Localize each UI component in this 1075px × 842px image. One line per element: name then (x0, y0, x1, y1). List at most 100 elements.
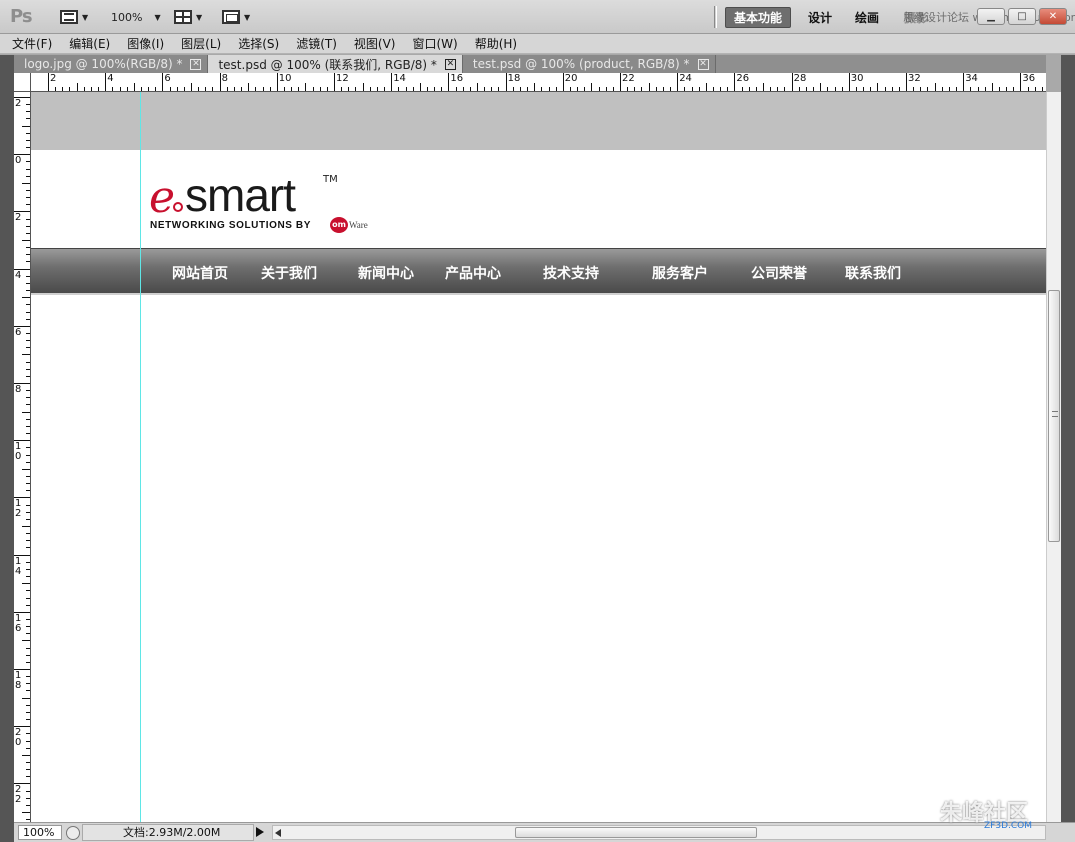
menu-image[interactable]: 图像(I) (127, 35, 164, 52)
nav-item-contact[interactable]: 联系我们 (845, 263, 901, 283)
ruler-minor-tick (298, 87, 300, 91)
nav-item-services[interactable]: 服务客户 (652, 263, 708, 283)
ruler-minor-tick (26, 547, 30, 549)
nav-item-about[interactable]: 关于我们 (261, 263, 317, 283)
ruler-major-tick (276, 73, 278, 91)
tab-test-psd-product[interactable]: test.psd @ 100% (product, RGB/8) * ✕ (462, 55, 716, 73)
ruler-minor-tick (26, 147, 30, 149)
ruler-minor-tick (927, 87, 929, 91)
tab-logo-jpg[interactable]: logo.jpg @ 100%(RGB/8) * ✕ (14, 55, 209, 73)
ruler-left-label: 8 (15, 384, 22, 395)
status-info-icon[interactable] (66, 826, 80, 840)
left-frame (0, 55, 14, 842)
ruler-minor-tick (83, 87, 85, 91)
ruler-minor-tick (655, 87, 657, 91)
ruler-top-label: 34 (965, 73, 978, 84)
screen-mode-menu-button[interactable]: ▼ (60, 8, 88, 26)
status-zoom-input[interactable]: 100% (18, 825, 62, 840)
scroll-left-arrow-icon[interactable] (275, 829, 281, 837)
ruler-minor-tick (26, 225, 30, 227)
ruler-left-label: 14 (15, 555, 22, 577)
header-top-band (31, 92, 1046, 150)
menu-view[interactable]: 视图(V) (354, 35, 396, 52)
maximize-button[interactable]: □ (1008, 8, 1036, 25)
document-canvas[interactable]: e smart TM NETWORKING SOLUTIONS BY om Wa… (31, 92, 1046, 822)
nav-item-support[interactable]: 技术支持 (543, 263, 599, 283)
ruler-major-tick (734, 73, 736, 91)
ruler-minor-tick (169, 87, 171, 91)
toolbar-separator (714, 6, 717, 28)
dropdown-arrow-icon: ▼ (82, 12, 89, 22)
ruler-minor-tick (498, 87, 500, 91)
tab-close-icon[interactable]: ✕ (190, 58, 202, 70)
nav-item-honors[interactable]: 公司荣誉 (751, 263, 807, 283)
vertical-scroll-thumb[interactable] (1048, 290, 1060, 542)
menu-file[interactable]: 文件(F) (12, 35, 52, 52)
ruler-minor-tick (770, 87, 772, 91)
ruler-origin-corner[interactable] (14, 73, 31, 92)
ruler-minor-tick (1041, 87, 1043, 91)
screen-mode-button[interactable]: ▼ (222, 8, 250, 26)
status-menu-arrow-icon[interactable] (256, 827, 264, 837)
ruler-minor-tick (777, 87, 779, 91)
workspace-painting-button[interactable]: 绘画 (847, 7, 887, 28)
ruler-top-label: 20 (564, 73, 578, 84)
ruler-minor-tick (534, 83, 536, 91)
ruler-minor-tick (326, 87, 328, 91)
ruler-minor-tick (312, 87, 314, 91)
menu-filter[interactable]: 滤镜(T) (296, 35, 337, 52)
ruler-minor-tick (26, 232, 30, 234)
vertical-scrollbar[interactable] (1046, 92, 1061, 822)
ruler-minor-tick (26, 304, 30, 306)
nav-item-news[interactable]: 新闻中心 (358, 263, 414, 283)
menu-help[interactable]: 帮助(H) (475, 35, 517, 52)
workspace-essentials-button[interactable]: 基本功能 (725, 7, 792, 28)
ruler-minor-tick (877, 83, 879, 91)
horizontal-scroll-thumb[interactable] (515, 827, 757, 838)
nav-item-products[interactable]: 产品中心 (445, 263, 501, 283)
tab-close-icon[interactable]: ✕ (444, 58, 456, 70)
ruler-minor-tick (662, 87, 664, 91)
zoom-level-label: 100% (111, 10, 143, 24)
ruler-minor-tick (191, 83, 192, 91)
zoom-level-dropdown[interactable]: 100% ▼ (111, 8, 161, 26)
ruler-minor-tick (26, 804, 30, 806)
ruler-minor-tick (119, 87, 121, 91)
ruler-major-tick (677, 73, 679, 91)
ruler-minor-tick (133, 83, 135, 91)
ruler-minor-tick (913, 87, 915, 91)
menu-select[interactable]: 选择(S) (238, 35, 279, 52)
dropdown-arrow-icon: ▼ (154, 12, 161, 22)
workspace-design-button[interactable]: 设计 (800, 7, 840, 28)
ruler-minor-tick (763, 83, 764, 91)
horizontal-ruler[interactable]: 2 4 6 8 10 12 14 16 18 20 22 24 26 28 30 32 34 36 (31, 73, 1046, 92)
ruler-minor-tick (720, 87, 722, 91)
menu-window[interactable]: 窗口(W) (412, 35, 457, 52)
tab-close-icon[interactable]: ✕ (697, 58, 709, 70)
ruler-minor-tick (362, 83, 364, 91)
menu-layer[interactable]: 图层(L) (181, 35, 221, 52)
horizontal-scrollbar[interactable] (272, 825, 1046, 840)
close-button[interactable]: ✕ (1039, 8, 1067, 25)
ruler-top-label: 8 (221, 73, 228, 84)
tab-test-psd-contact[interactable]: test.psd @ 100% (联系我们, RGB/8) * ✕ (208, 55, 463, 73)
arrange-documents-button[interactable]: ▼ (174, 8, 202, 26)
vertical-ruler[interactable]: 2 0 2 4 6 8 10 12 14 16 18 20 22 (14, 92, 31, 822)
ruler-minor-tick (956, 87, 958, 91)
vertical-guide-line[interactable] (140, 92, 141, 822)
ruler-minor-tick (384, 87, 386, 91)
ruler-minor-tick (22, 411, 30, 413)
ruler-minor-tick (870, 87, 872, 91)
ruler-minor-tick (22, 697, 30, 699)
ruler-left-label: 18 (15, 670, 22, 691)
ruler-minor-tick (248, 83, 250, 91)
ruler-minor-tick (291, 87, 293, 91)
community-watermark-url: ZF3D.COM (984, 821, 1032, 831)
minimize-button[interactable]: ▁ (977, 8, 1005, 25)
ruler-minor-tick (26, 597, 30, 599)
nav-item-home[interactable]: 网站首页 (172, 263, 228, 283)
menu-edit[interactable]: 编辑(E) (69, 35, 110, 52)
ruler-top-label: 2 (50, 73, 57, 84)
ruler-minor-tick (841, 87, 843, 91)
ruler-minor-tick (991, 83, 993, 91)
